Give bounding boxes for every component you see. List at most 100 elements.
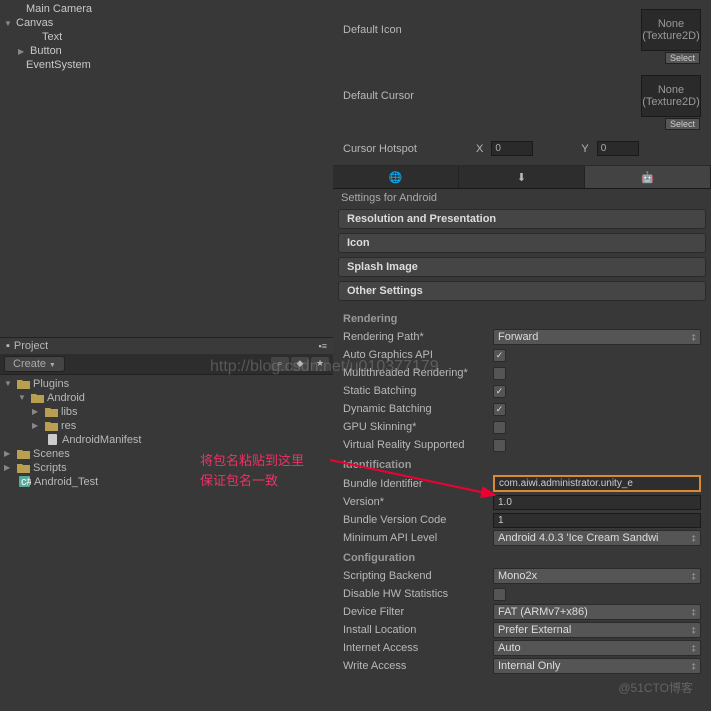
- chevron-down-icon: ‡: [692, 644, 696, 653]
- expand-icon[interactable]: ▼: [4, 379, 14, 388]
- select-button[interactable]: Select: [665, 118, 700, 130]
- tab-menu-icon[interactable]: ▪≡: [319, 341, 327, 351]
- static-batch-label: Static Batching: [343, 385, 493, 397]
- vr-checkbox[interactable]: [493, 439, 506, 452]
- hierarchy-item[interactable]: ▶Button: [0, 44, 333, 58]
- identification-header: Identification: [343, 459, 701, 471]
- item-label: AndroidManifest: [62, 434, 142, 446]
- device-filter-dropdown[interactable]: FAT (ARMv7+x86)‡: [493, 604, 701, 620]
- min-api-dropdown[interactable]: Android 4.0.3 'Ice Cream Sandwi‡: [493, 530, 701, 546]
- bundle-id-input[interactable]: [493, 475, 701, 492]
- item-label: Plugins: [33, 378, 69, 390]
- expand-icon[interactable]: ▶: [4, 449, 14, 458]
- tree-item[interactable]: c#Android_Test: [0, 475, 333, 489]
- dynamic-batch-checkbox[interactable]: ✓: [493, 403, 506, 416]
- expand-icon[interactable]: ▶: [32, 407, 42, 416]
- static-batch-checkbox[interactable]: ✓: [493, 385, 506, 398]
- tree-item[interactable]: ▼ Android: [0, 391, 333, 405]
- expand-icon[interactable]: ▼: [4, 19, 14, 28]
- hierarchy-item[interactable]: ▼Canvas: [0, 16, 333, 30]
- folder-icon: [17, 462, 30, 473]
- project-tree: ▼ Plugins ▼ Android ▶libs ▶ res AndroidMani…: [0, 375, 333, 711]
- item-label: Button: [30, 45, 62, 57]
- rendering-path-label: Rendering Path*: [343, 331, 493, 343]
- dynamic-batch-label: Dynamic Batching: [343, 403, 493, 415]
- install-loc-dropdown[interactable]: Prefer External‡: [493, 622, 701, 638]
- create-button[interactable]: Create ▼: [4, 356, 65, 372]
- hotspot-x-input[interactable]: [491, 141, 533, 156]
- section-splash[interactable]: Splash Image: [338, 257, 706, 277]
- settings-header: Settings for Android: [333, 189, 711, 207]
- cursor-hotspot-label: Cursor Hotspot: [343, 143, 468, 155]
- folder-icon: [17, 378, 30, 389]
- tree-item[interactable]: AndroidManifest: [0, 433, 333, 447]
- inspector-top: Default Icon None(Texture2D) Select Defa…: [333, 0, 711, 166]
- section-resolution[interactable]: Resolution and Presentation: [338, 209, 706, 229]
- auto-gfx-label: Auto Graphics API: [343, 349, 493, 361]
- tab-android[interactable]: 🤖: [585, 166, 711, 188]
- item-label: Text: [42, 31, 62, 43]
- version-input[interactable]: [493, 495, 701, 510]
- multithread-label: Multithreaded Rendering*: [343, 367, 493, 379]
- configuration-header: Configuration: [343, 552, 701, 564]
- hotspot-y-input[interactable]: [597, 141, 639, 156]
- tree-item[interactable]: ▶ Scripts: [0, 461, 333, 475]
- bvc-input[interactable]: [493, 513, 701, 528]
- item-label: Android_Test: [34, 476, 98, 488]
- tree-item[interactable]: ▶libs: [0, 405, 333, 419]
- cursor-thumb[interactable]: None(Texture2D) Select: [641, 75, 701, 117]
- download-icon: ⬇: [517, 172, 526, 184]
- hierarchy-item[interactable]: Text: [0, 30, 333, 44]
- globe-icon: 🌐: [389, 172, 403, 184]
- section-icon[interactable]: Icon: [338, 233, 706, 253]
- chevron-down-icon: ‡: [692, 626, 696, 635]
- tab-web[interactable]: 🌐: [333, 166, 459, 188]
- filter-icon[interactable]: ◆: [291, 357, 309, 371]
- item-label: Android: [47, 392, 85, 404]
- chevron-down-icon: ‡: [692, 534, 696, 543]
- item-label: res: [61, 420, 76, 432]
- bundle-id-label: Bundle Identifier: [343, 478, 493, 490]
- gpu-skin-label: GPU Skinning*: [343, 421, 493, 433]
- item-label: Canvas: [16, 17, 53, 29]
- icon-thumb[interactable]: None(Texture2D) Select: [641, 9, 701, 51]
- disable-hw-checkbox[interactable]: [493, 588, 506, 601]
- project-tab[interactable]: ▪ Project ▪≡: [0, 337, 333, 354]
- folder-icon: [45, 420, 58, 431]
- tree-item[interactable]: ▶ res: [0, 419, 333, 433]
- search-icon[interactable]: ⌕: [271, 357, 289, 371]
- expand-icon[interactable]: ▶: [4, 463, 14, 472]
- expand-icon[interactable]: ▶: [32, 421, 42, 430]
- item-label: Scripts: [33, 462, 67, 474]
- hierarchy-item[interactable]: Main Camera: [0, 2, 333, 16]
- chevron-down-icon: ‡: [692, 333, 696, 342]
- x-label: X: [476, 143, 483, 155]
- multithread-checkbox[interactable]: [493, 367, 506, 380]
- y-label: Y: [581, 143, 588, 155]
- internet-label: Internet Access: [343, 642, 493, 654]
- backend-label: Scripting Backend: [343, 570, 493, 582]
- write-dropdown[interactable]: Internal Only‡: [493, 658, 701, 674]
- expand-icon[interactable]: ▶: [18, 47, 28, 56]
- save-icon[interactable]: ★: [311, 357, 329, 371]
- tab-standalone[interactable]: ⬇: [459, 166, 585, 188]
- folder-icon: [45, 406, 58, 417]
- platform-tabs: 🌐 ⬇ 🤖: [333, 166, 711, 189]
- section-other[interactable]: Other Settings: [338, 281, 706, 301]
- chevron-down-icon: ‡: [692, 608, 696, 617]
- tree-item[interactable]: ▼ Plugins: [0, 377, 333, 391]
- folder-icon: [17, 448, 30, 459]
- internet-dropdown[interactable]: Auto‡: [493, 640, 701, 656]
- watermark-site: @51CTO博客: [618, 679, 693, 696]
- auto-gfx-checkbox[interactable]: ✓: [493, 349, 506, 362]
- backend-dropdown[interactable]: Mono2x‡: [493, 568, 701, 584]
- tree-item[interactable]: ▶Scenes: [0, 447, 333, 461]
- hierarchy-item[interactable]: EventSystem: [0, 58, 333, 72]
- expand-icon[interactable]: ▼: [18, 393, 28, 402]
- rendering-path-dropdown[interactable]: Forward‡: [493, 329, 701, 345]
- bvc-label: Bundle Version Code: [343, 514, 493, 526]
- disable-hw-label: Disable HW Statistics: [343, 588, 493, 600]
- svg-text:c#: c#: [21, 476, 31, 487]
- gpu-skin-checkbox[interactable]: [493, 421, 506, 434]
- select-button[interactable]: Select: [665, 52, 700, 64]
